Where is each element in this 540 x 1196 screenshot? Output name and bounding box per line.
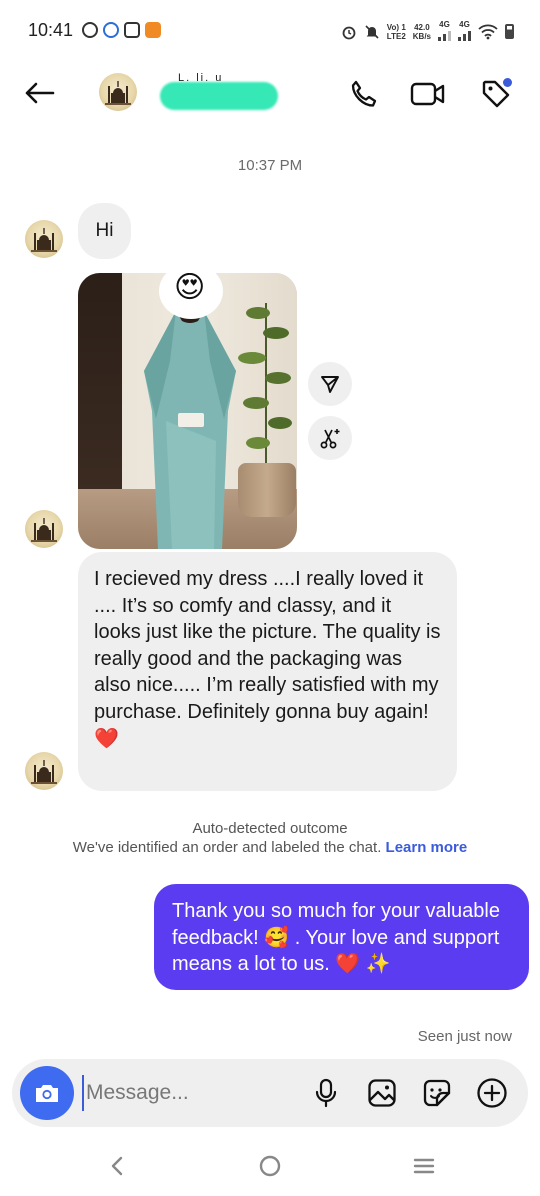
camera-button[interactable]	[20, 1066, 74, 1120]
photo-pot	[238, 463, 296, 517]
signal-2: 4G	[458, 20, 471, 43]
system-navigation-bar	[0, 1140, 540, 1196]
remix-icon	[320, 429, 340, 449]
auto-detect-body: We've identified an order and labeled th…	[72, 839, 468, 856]
plus-circle-icon	[477, 1078, 507, 1108]
wifi-icon	[478, 24, 498, 39]
nav-back-button[interactable]	[97, 1150, 137, 1182]
notification-dot	[503, 78, 512, 87]
shared-photo[interactable]: 😍	[78, 273, 297, 549]
circle-home-icon	[259, 1155, 281, 1177]
arrow-left-icon	[25, 82, 55, 104]
video-camera-icon	[410, 82, 445, 106]
sticker-icon	[423, 1079, 451, 1107]
sender-avatar[interactable]	[25, 220, 63, 258]
sender-avatar[interactable]	[25, 752, 63, 790]
gallery-button[interactable]	[364, 1075, 400, 1111]
contact-name: L. li. u	[178, 72, 224, 84]
video-call-button[interactable]	[410, 76, 446, 112]
chat-header: L. li. u	[0, 64, 540, 124]
phone-icon	[351, 80, 377, 107]
mosque-avatar-image	[31, 518, 57, 542]
network-type: Vo) 1 LTE2	[386, 22, 406, 41]
battery-icon	[505, 24, 514, 39]
send-icon	[321, 376, 339, 393]
image-icon	[368, 1079, 396, 1107]
outgoing-message-bubble[interactable]: Thank you so much for your valuable feed…	[154, 884, 529, 990]
sticker-button[interactable]	[419, 1075, 455, 1111]
message-input[interactable]	[82, 1075, 302, 1111]
chevron-left-icon	[111, 1156, 123, 1176]
remix-button[interactable]	[308, 416, 352, 460]
messenger-icon	[103, 22, 119, 38]
whatsapp-icon	[82, 22, 98, 38]
more-options-button[interactable]	[474, 1075, 510, 1111]
message-composer	[12, 1059, 528, 1127]
camera-icon	[36, 1085, 58, 1102]
signal-bars-icon	[438, 29, 451, 41]
share-button[interactable]	[308, 362, 352, 406]
status-time: 10:41	[28, 20, 74, 40]
photo-dress	[144, 307, 236, 549]
app-notification-icon	[145, 22, 161, 38]
signal-1: 4G	[438, 20, 451, 43]
mute-icon	[365, 24, 379, 39]
chat-timestamp: 10:37 PM	[237, 157, 303, 174]
incoming-message-bubble[interactable]: I recieved my dress ....I really loved i…	[78, 552, 457, 791]
mosque-avatar-image	[105, 81, 131, 105]
incoming-message-bubble[interactable]: Hi	[78, 203, 131, 259]
audio-call-button[interactable]	[345, 76, 381, 112]
contact-avatar[interactable]	[99, 73, 137, 111]
status-bar: 10:41 Vo) 1 LTE2 42.0 KB/s 4G 4G	[0, 0, 540, 64]
heart-eyes-emoji: 😍	[174, 273, 206, 304]
contact-name-redaction[interactable]	[160, 82, 278, 110]
photo-door	[78, 273, 122, 489]
notification-icons	[82, 22, 161, 38]
instagram-icon	[124, 22, 140, 38]
mosque-avatar-image	[31, 760, 57, 784]
voice-message-button[interactable]	[308, 1075, 344, 1111]
mosque-avatar-image	[31, 228, 57, 252]
seen-status: Seen just now	[417, 1028, 512, 1045]
microphone-icon	[315, 1078, 337, 1108]
alarm-icon	[342, 26, 356, 39]
network-speed: 42.0 KB/s	[412, 22, 431, 41]
learn-more-link[interactable]: Learn more	[386, 839, 468, 856]
status-indicators: Vo) 1 LTE2 42.0 KB/s 4G 4G	[341, 20, 514, 43]
auto-detect-title: Auto-detected outcome	[192, 820, 348, 837]
signal-bars-icon	[458, 29, 471, 41]
nav-home-button[interactable]	[250, 1150, 290, 1182]
auto-detected-outcome: Auto-detected outcome We've identified a…	[0, 819, 540, 857]
menu-lines-icon	[413, 1158, 435, 1174]
back-button[interactable]	[20, 76, 58, 110]
sender-avatar[interactable]	[25, 510, 63, 548]
label-button[interactable]	[478, 76, 514, 112]
nav-recents-button[interactable]	[404, 1150, 444, 1182]
